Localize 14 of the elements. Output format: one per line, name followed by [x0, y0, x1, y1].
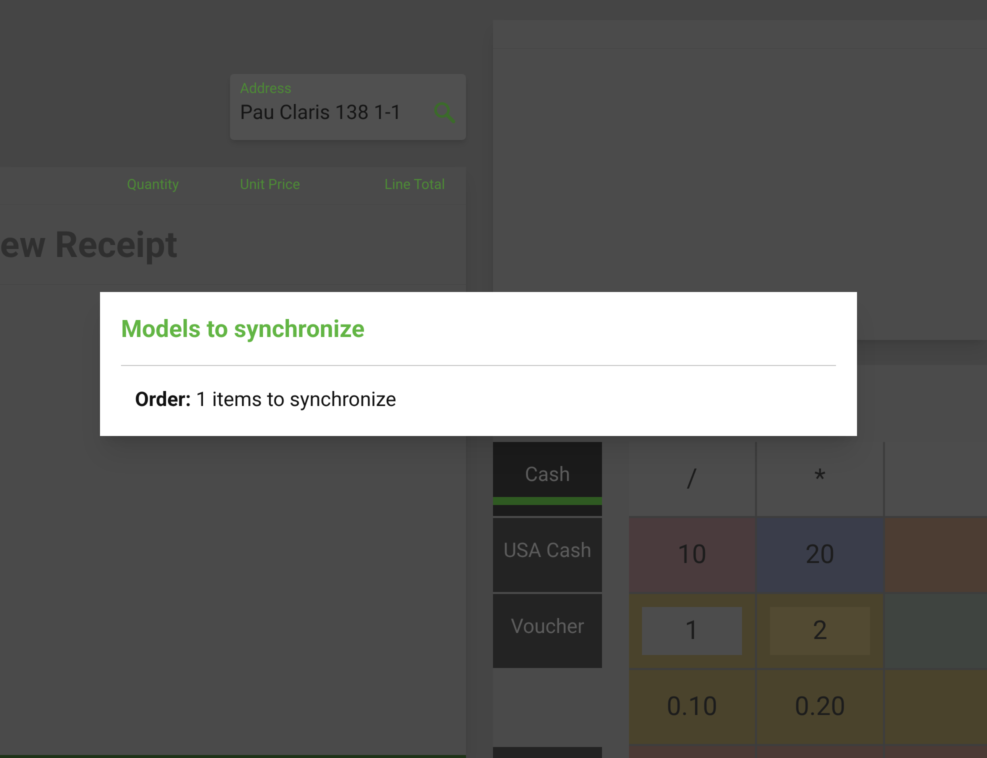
column-header: Unit Price	[240, 176, 301, 195]
keypad-key[interactable]: *	[757, 442, 883, 516]
payment-method-button[interactable]: USA Cash	[493, 518, 602, 592]
keypad-key[interactable]: /	[629, 442, 755, 516]
column-header: Quantity	[127, 176, 180, 195]
column-header: Line Total	[384, 176, 445, 195]
address-field[interactable]: Address Pau Claris 138 1-1	[230, 74, 466, 140]
search-icon[interactable]	[432, 100, 456, 124]
dialog-title: Models to synchronize	[121, 314, 366, 344]
payment-method-button[interactable]: Cash	[493, 442, 602, 516]
address-label: Address	[240, 80, 292, 98]
dialog-message: Order: 1 items to synchronize	[135, 386, 398, 412]
payment-method-button[interactable]: Voucher	[493, 594, 602, 668]
address-value: Pau Claris 138 1-1	[240, 99, 402, 126]
